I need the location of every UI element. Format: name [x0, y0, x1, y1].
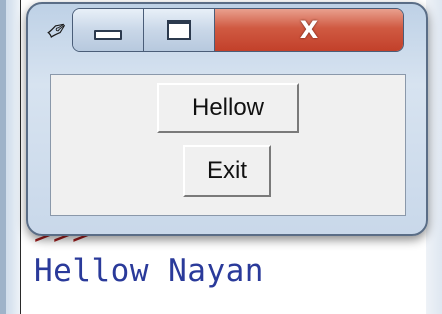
maximize-button[interactable] — [144, 9, 215, 51]
editor-border — [20, 0, 21, 314]
editor-right-edge — [426, 0, 442, 314]
title-bar[interactable]: ✑ X — [28, 4, 426, 54]
editor-gutter-edge — [0, 0, 6, 314]
minimize-icon — [94, 30, 122, 40]
window-client-area: Hellow Exit — [50, 74, 406, 216]
shell-output-text: Hellow Nayan — [34, 253, 264, 289]
minimize-button[interactable] — [73, 9, 144, 51]
window-controls: X — [72, 8, 404, 52]
close-button[interactable]: X — [215, 9, 403, 51]
exit-button[interactable]: Exit — [183, 145, 271, 197]
maximize-icon — [167, 20, 191, 40]
tk-popup-window: ✑ X Hellow Exit — [26, 2, 428, 236]
hellow-button[interactable]: Hellow — [157, 83, 299, 133]
close-icon: X — [299, 16, 319, 44]
